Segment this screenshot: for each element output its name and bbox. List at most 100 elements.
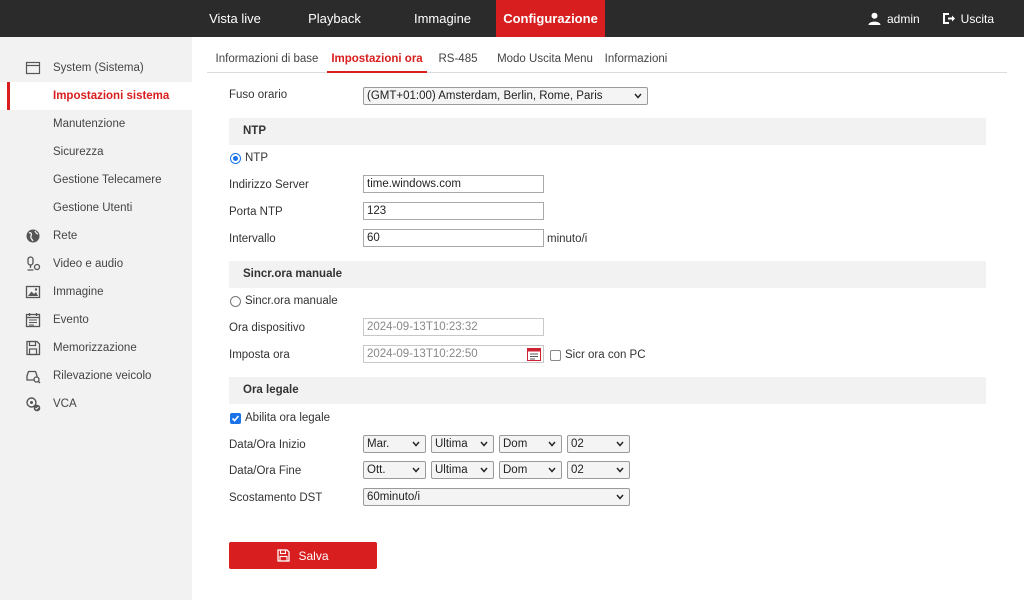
nav-configuration[interactable]: Configurazione — [496, 0, 605, 37]
sidebar-item-label: Immagine — [53, 286, 104, 298]
logout-label: Uscita — [960, 11, 994, 26]
interval-input[interactable] — [363, 229, 544, 247]
dst-start-label: Data/Ora Inizio — [229, 439, 306, 451]
dst-start-month-select[interactable]: Mar. — [363, 435, 426, 453]
interval-label: Intervallo — [229, 233, 276, 245]
dst-enable-checkbox[interactable] — [230, 413, 241, 424]
nav-image[interactable]: Immagine — [389, 0, 496, 37]
system-icon — [25, 61, 41, 75]
logout-button[interactable]: Uscita — [942, 12, 994, 26]
chevron-down-icon — [412, 441, 420, 447]
top-navigation: Vista live Playback Immagine Configurazi… — [190, 0, 605, 37]
ntp-section-header: NTP — [229, 118, 986, 145]
chevron-down-icon — [412, 467, 420, 473]
sidebar-item-vehicle-detection[interactable]: Rilevazione veicolo — [0, 362, 192, 390]
dst-enable-label: Abilita ora legale — [245, 412, 331, 424]
sidebar-item-maintenance[interactable]: Manutenzione — [0, 110, 192, 138]
device-time-label: Ora dispositivo — [229, 322, 306, 334]
sidebar: System (Sistema) Impostazioni sistema Ma… — [0, 37, 192, 600]
dst-end-month-select[interactable]: Ott. — [363, 461, 426, 479]
dst-start-week-select[interactable]: Ultima — [431, 435, 494, 453]
sidebar-item-label: Impostazioni sistema — [53, 90, 170, 102]
dst-section-header: Ora legale — [229, 377, 986, 404]
dst-end-hour-select[interactable]: 02 — [567, 461, 630, 479]
ntp-port-input[interactable] — [363, 202, 544, 220]
ntp-radio[interactable] — [230, 153, 241, 164]
image-icon — [25, 285, 41, 299]
save-button[interactable]: Salva — [229, 542, 377, 569]
tab-menu-output-mode[interactable]: Modo Uscita Menu — [489, 47, 601, 73]
dst-start-day-select[interactable]: Dom — [499, 435, 562, 453]
server-address-input[interactable] — [363, 175, 544, 193]
sidebar-item-label: Gestione Telecamere — [53, 174, 162, 186]
sidebar-item-label: Rilevazione veicolo — [53, 370, 152, 382]
sidebar-item-system[interactable]: System (Sistema) — [0, 54, 192, 82]
sidebar-item-camera-management[interactable]: Gestione Telecamere — [0, 166, 192, 194]
dst-start-month-value: Mar. — [367, 438, 390, 450]
tab-time-settings[interactable]: Impostazioni ora — [327, 47, 427, 73]
sidebar-item-event[interactable]: Evento — [0, 306, 192, 334]
sidebar-item-label: Manutenzione — [53, 118, 126, 130]
sidebar-item-label: Video e audio — [53, 258, 124, 270]
dst-end-week-select[interactable]: Ultima — [431, 461, 494, 479]
dst-end-month-value: Ott. — [367, 464, 386, 476]
dst-offset-select[interactable]: 60minuto/i — [363, 488, 630, 506]
sidebar-item-label: Sicurezza — [53, 146, 104, 158]
sidebar-item-system-settings[interactable]: Impostazioni sistema — [0, 82, 192, 110]
ntp-port-label: Porta NTP — [229, 206, 283, 218]
user-menu[interactable]: admin — [868, 12, 920, 26]
vehicle-detection-icon — [26, 370, 41, 384]
server-address-label: Indirizzo Server — [229, 179, 309, 191]
chevron-down-icon — [616, 494, 624, 500]
sidebar-item-label: System (Sistema) — [53, 62, 144, 74]
timezone-select[interactable]: (GMT+01:00) Amsterdam, Berlin, Rome, Par… — [363, 87, 648, 105]
dst-offset-value: 60minuto/i — [367, 491, 421, 503]
nav-playback[interactable]: Playback — [280, 0, 389, 37]
sidebar-item-user-management[interactable]: Gestione Utenti — [0, 194, 192, 222]
sidebar-item-label: Memorizzazione — [53, 342, 137, 354]
manual-sync-radio[interactable] — [230, 296, 241, 307]
sync-pc-checkbox[interactable] — [550, 350, 561, 361]
globe-icon — [26, 229, 40, 243]
sidebar-item-security[interactable]: Sicurezza — [0, 138, 192, 166]
sidebar-item-vca[interactable]: VCA — [0, 390, 192, 418]
tab-basic-info[interactable]: Informazioni di base — [207, 47, 327, 73]
sidebar-item-image[interactable]: Immagine — [0, 278, 192, 306]
dst-start-hour-value: 02 — [571, 438, 584, 450]
calendar-picker-icon[interactable] — [527, 347, 541, 361]
chevron-down-icon — [616, 467, 624, 473]
microphone-icon — [27, 256, 41, 271]
sidebar-item-storage[interactable]: Memorizzazione — [0, 334, 192, 362]
set-time-input[interactable] — [363, 345, 544, 363]
interval-unit: minuto/i — [547, 233, 588, 245]
tab-information[interactable]: Informazioni — [601, 47, 671, 73]
chevron-down-icon — [480, 467, 488, 473]
tab-rs485[interactable]: RS-485 — [427, 47, 489, 73]
save-icon — [277, 549, 291, 562]
dst-end-hour-value: 02 — [571, 464, 584, 476]
sidebar-item-video-audio[interactable]: Video e audio — [0, 250, 192, 278]
manual-sync-section-header: Sincr.ora manuale — [229, 261, 986, 288]
chevron-down-icon — [480, 441, 488, 447]
dst-end-day-select[interactable]: Dom — [499, 461, 562, 479]
top-bar: Vista live Playback Immagine Configurazi… — [0, 0, 1024, 37]
dst-start-week-value: Ultima — [435, 438, 468, 450]
dst-offset-label: Scostamento DST — [229, 492, 323, 504]
dst-start-hour-select[interactable]: 02 — [567, 435, 630, 453]
calendar-icon — [25, 313, 41, 328]
dst-start-day-value: Dom — [503, 438, 528, 450]
user-icon — [868, 12, 881, 25]
chevron-down-icon — [634, 93, 642, 99]
dst-end-week-value: Ultima — [435, 464, 468, 476]
username: admin — [886, 11, 920, 26]
ntp-radio-label: NTP — [245, 152, 268, 164]
storage-icon — [26, 340, 41, 356]
checkmark-icon — [231, 415, 240, 422]
settings-tabs: Informazioni di base Impostazioni ora RS… — [207, 47, 1007, 73]
logout-icon — [942, 13, 955, 24]
sidebar-item-label: VCA — [53, 398, 77, 410]
nav-live-view[interactable]: Vista live — [190, 0, 280, 37]
set-time-label: Imposta ora — [229, 349, 290, 361]
sidebar-item-label: Evento — [53, 314, 89, 326]
sidebar-item-network[interactable]: Rete — [0, 222, 192, 250]
